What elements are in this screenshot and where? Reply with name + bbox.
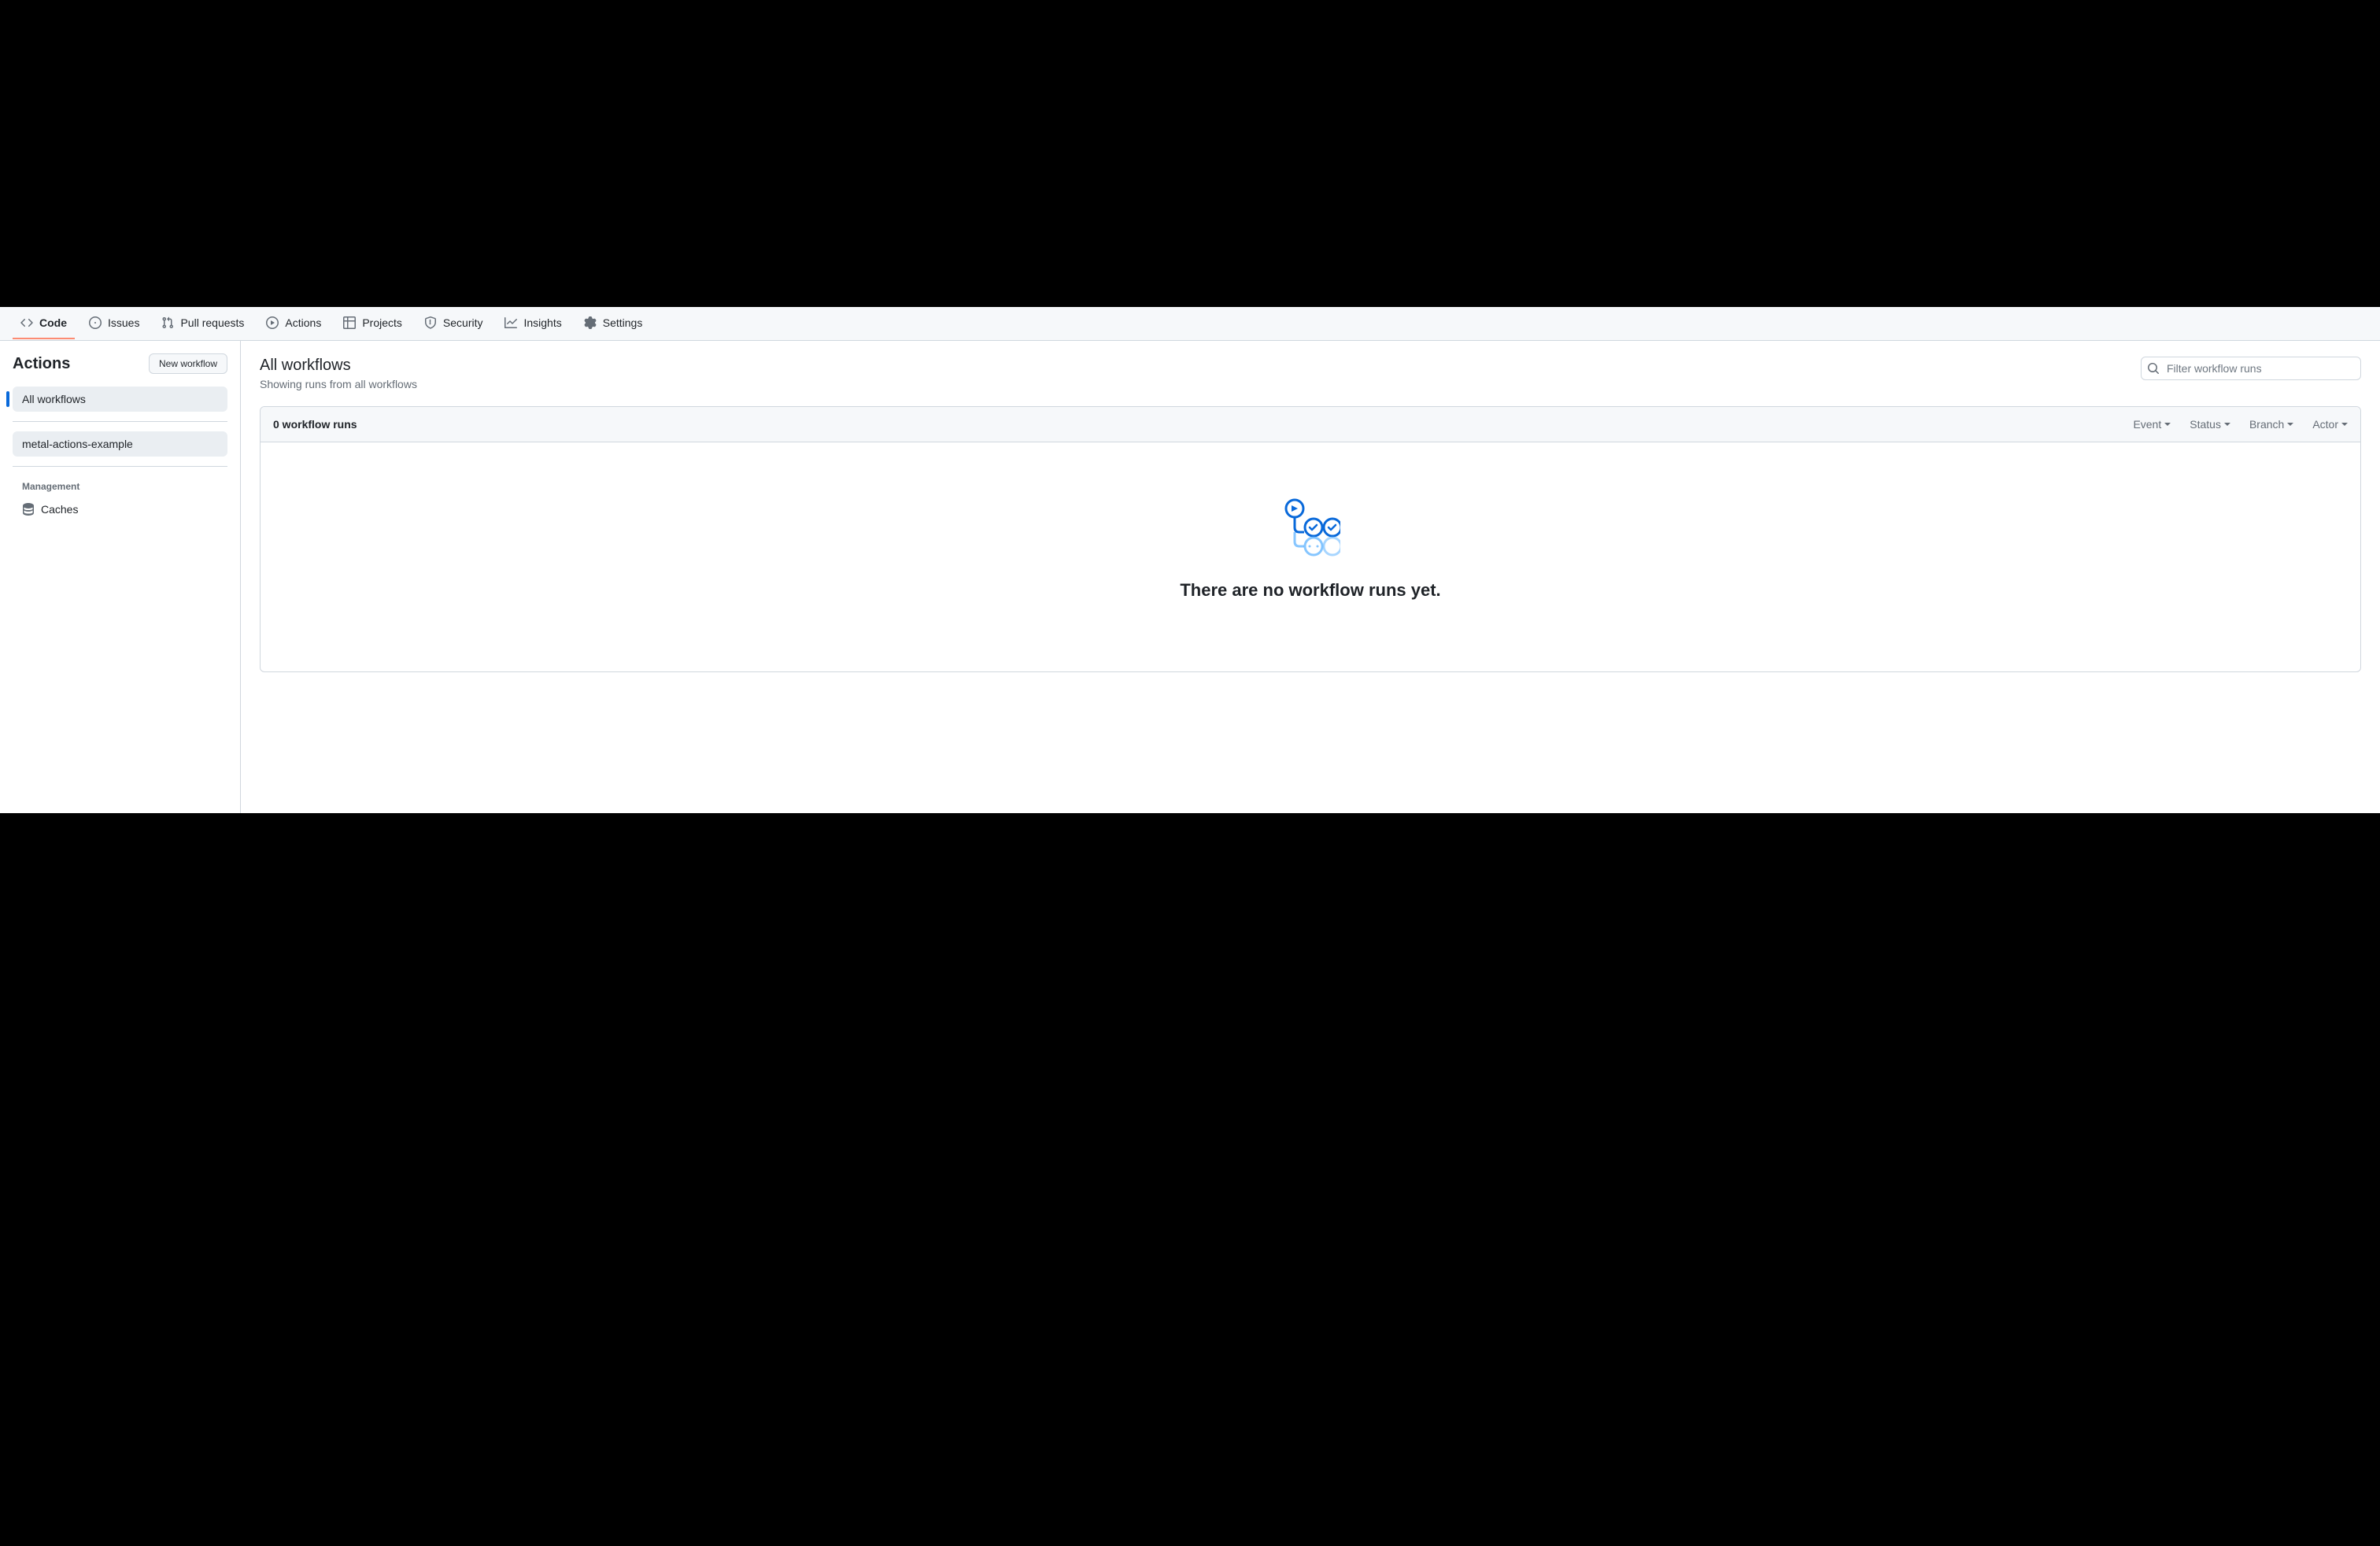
play-icon — [266, 316, 279, 329]
page-title: All workflows — [260, 357, 417, 375]
workflow-illustration-icon — [1281, 497, 1340, 561]
sidebar-divider — [13, 421, 227, 422]
shield-icon — [424, 316, 437, 329]
tab-issues[interactable]: Issues — [81, 307, 147, 340]
tab-label: Pull requests — [180, 316, 244, 329]
graph-icon — [504, 316, 517, 329]
tab-projects[interactable]: Projects — [335, 307, 410, 340]
tab-pull-requests[interactable]: Pull requests — [153, 307, 252, 340]
database-icon — [22, 503, 35, 516]
search-icon — [2147, 362, 2160, 375]
filter-input[interactable] — [2141, 357, 2361, 380]
tab-label: Settings — [603, 316, 643, 329]
filter-event-dropdown[interactable]: Event — [2133, 418, 2171, 431]
tab-label: Actions — [285, 316, 321, 329]
empty-state: There are no workflow runs yet. — [261, 442, 2360, 671]
git-pull-request-icon — [161, 316, 174, 329]
sidebar-title: Actions — [13, 355, 70, 373]
sidebar-item-all-workflows[interactable]: All workflows — [13, 386, 227, 412]
sidebar-section-management: Management — [13, 476, 227, 497]
new-workflow-button[interactable]: New workflow — [149, 353, 227, 374]
issue-icon — [89, 316, 102, 329]
tab-label: Security — [443, 316, 483, 329]
filter-branch-dropdown[interactable]: Branch — [2249, 418, 2293, 431]
code-icon — [20, 316, 33, 329]
actions-page: Code Issues Pull requests Actions Projec… — [0, 307, 2380, 813]
tab-label: Projects — [362, 316, 402, 329]
filter-workflow-runs — [2141, 357, 2361, 380]
filter-status-dropdown[interactable]: Status — [2190, 418, 2230, 431]
tab-label: Insights — [523, 316, 561, 329]
tab-insights[interactable]: Insights — [497, 307, 569, 340]
tab-actions[interactable]: Actions — [258, 307, 329, 340]
tab-label: Code — [39, 316, 67, 329]
gear-icon — [584, 316, 597, 329]
workflow-runs-card: 0 workflow runs Event Status B — [260, 406, 2361, 672]
filter-label: Status — [2190, 418, 2221, 431]
sidebar-item-caches[interactable]: Caches — [13, 497, 227, 522]
tab-label: Issues — [108, 316, 139, 329]
table-icon — [343, 316, 356, 329]
caret-down-icon — [2224, 423, 2230, 426]
caret-down-icon — [2287, 423, 2293, 426]
empty-state-title: There are no workflow runs yet. — [276, 580, 2345, 601]
runs-count: 0 workflow runs — [273, 418, 357, 431]
caret-down-icon — [2341, 423, 2348, 426]
sidebar-divider — [13, 466, 227, 467]
caret-down-icon — [2164, 423, 2171, 426]
actions-main: All workflows Showing runs from all work… — [241, 341, 2380, 813]
tab-code[interactable]: Code — [13, 307, 75, 340]
sidebar-item-label: Caches — [41, 503, 78, 516]
actions-sidebar: Actions New workflow All workflows metal… — [0, 341, 241, 813]
tab-settings[interactable]: Settings — [576, 307, 651, 340]
filter-actor-dropdown[interactable]: Actor — [2312, 418, 2348, 431]
repo-tab-nav: Code Issues Pull requests Actions Projec… — [0, 307, 2380, 341]
page-subtitle: Showing runs from all workflows — [260, 378, 417, 390]
tab-security[interactable]: Security — [416, 307, 491, 340]
sidebar-item-workflow[interactable]: metal-actions-example — [13, 431, 227, 457]
filter-label: Branch — [2249, 418, 2284, 431]
filter-label: Event — [2133, 418, 2161, 431]
filter-label: Actor — [2312, 418, 2338, 431]
